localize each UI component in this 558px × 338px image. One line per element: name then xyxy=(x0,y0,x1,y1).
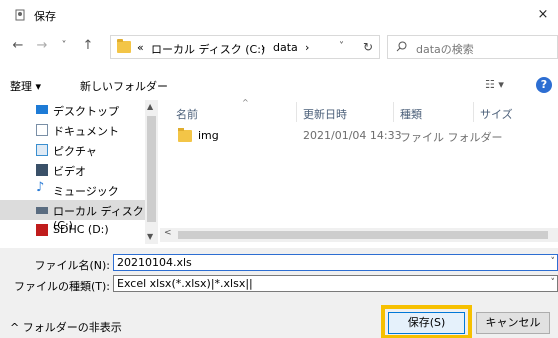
music-icon: ♪ xyxy=(36,180,45,195)
breadcrumb-overflow[interactable]: « xyxy=(137,41,144,54)
organize-button[interactable]: 整理 ▾ xyxy=(10,78,41,94)
refresh-icon[interactable]: ↻ xyxy=(363,40,373,54)
hide-folders-toggle[interactable]: ^ フォルダーの非表示 xyxy=(10,319,122,335)
drive-icon xyxy=(36,207,48,214)
sort-ascending-icon: ^ xyxy=(242,98,249,107)
nav-item-videos[interactable]: ビデオ xyxy=(0,160,145,180)
close-button[interactable]: × xyxy=(528,0,558,30)
column-header-modified[interactable]: 更新日時 xyxy=(303,106,347,122)
nav-item-label: ピクチャ xyxy=(53,145,97,158)
breadcrumb-drive[interactable]: ローカル ディスク (C:) xyxy=(151,41,265,57)
column-header-name[interactable]: 名前 xyxy=(176,106,198,122)
column-header-type[interactable]: 種類 xyxy=(400,106,422,122)
window-title: 保存 xyxy=(34,10,56,23)
nav-item-label: ビデオ xyxy=(53,165,86,178)
column-divider[interactable] xyxy=(296,102,297,122)
search-icon xyxy=(396,41,407,52)
scroll-up-icon[interactable]: ▲ xyxy=(147,102,153,111)
table-row[interactable]: img 2021/01/04 14:33 ファイル フォルダー xyxy=(160,126,558,146)
horizontal-scrollbar[interactable]: < xyxy=(160,228,558,242)
breadcrumb-separator[interactable]: › xyxy=(261,41,265,54)
sd-card-icon xyxy=(36,224,48,236)
desktop-icon xyxy=(36,105,48,114)
nav-item-label: SDHC (D:) xyxy=(53,223,109,236)
filetype-label: ファイルの種類(T): xyxy=(13,280,110,293)
file-list: 名前 ^ 更新日時 種類 サイズ img 2021/01/04 14:33 ファ… xyxy=(160,98,558,244)
folder-icon xyxy=(178,128,192,142)
address-dropdown[interactable]: ˅ xyxy=(339,41,344,52)
title-bar: 保存 × xyxy=(0,0,558,30)
toolbar: 整理 ▾ 新しいフォルダー ☷ ▾ ? xyxy=(0,74,558,98)
back-button[interactable]: ← xyxy=(10,38,26,54)
filename-field[interactable]: 20210104.xls ˅ xyxy=(113,254,558,271)
recent-locations-button[interactable]: ˅ xyxy=(56,38,72,54)
nav-item-label: ミュージック xyxy=(53,185,119,198)
view-options-icon[interactable]: ☷ ▾ xyxy=(485,78,504,91)
scrollbar-thumb[interactable] xyxy=(178,231,548,239)
nav-item-music[interactable]: ♪ ミュージック xyxy=(0,180,145,200)
filetype-value: Excel xlsx(*.xlsx)|*.xlsx|| xyxy=(117,277,253,290)
address-row: ← → ˅ ↑ « ローカル ディスク (C:) › data › ˅ ↻ da… xyxy=(0,32,558,62)
navigation-scrollbar[interactable]: ▲ ▼ xyxy=(145,100,158,244)
nav-item-label: ドキュメント xyxy=(53,125,119,138)
file-type: ファイル フォルダー xyxy=(400,131,503,144)
nav-item-sdhc[interactable]: SDHC (D:) xyxy=(0,220,145,240)
folder-icon xyxy=(117,39,131,53)
help-icon[interactable]: ? xyxy=(536,77,552,93)
column-divider[interactable] xyxy=(393,102,394,122)
chevron-down-icon[interactable]: ˅ xyxy=(551,278,556,288)
new-folder-button[interactable]: 新しいフォルダー xyxy=(80,78,168,94)
search-input[interactable]: dataの検索 xyxy=(387,35,558,59)
documents-icon xyxy=(36,124,48,136)
scroll-left-icon[interactable]: < xyxy=(164,228,172,238)
forward-button[interactable]: → xyxy=(34,38,50,54)
app-icon xyxy=(15,9,25,21)
nav-item-documents[interactable]: ドキュメント xyxy=(0,120,145,140)
breadcrumb-separator-end[interactable]: › xyxy=(305,41,309,54)
nav-item-local-disk[interactable]: ローカル ディスク (C:) xyxy=(0,200,145,232)
navigation-pane: デスクトップ ドキュメント ピクチャ ビデオ ♪ ミュージック ローカル ディス… xyxy=(0,100,158,244)
nav-item-pictures[interactable]: ピクチャ xyxy=(0,140,145,160)
filetype-select[interactable]: Excel xlsx(*.xlsx)|*.xlsx|| ˅ xyxy=(113,275,558,292)
address-bar[interactable]: « ローカル ディスク (C:) › data › ˅ ↻ xyxy=(110,35,380,59)
chevron-down-icon[interactable]: ˅ xyxy=(551,257,556,267)
scrollbar-thumb[interactable] xyxy=(147,116,156,222)
column-header-size[interactable]: サイズ xyxy=(480,106,513,122)
save-form: ファイル名(N): 20210104.xls ˅ ファイルの種類(T): Exc… xyxy=(0,248,558,338)
file-name: img xyxy=(198,129,219,142)
cancel-button[interactable]: キャンセル xyxy=(476,312,550,334)
save-button-highlight xyxy=(381,305,472,338)
nav-item-label: デスクトップ xyxy=(53,105,119,118)
filename-label: ファイル名(N): xyxy=(34,259,110,272)
scroll-down-icon[interactable]: ▼ xyxy=(147,232,153,241)
up-folder-button[interactable]: ↑ xyxy=(80,38,96,54)
videos-icon xyxy=(36,164,48,176)
breadcrumb-data[interactable]: data xyxy=(273,41,298,54)
pictures-icon xyxy=(36,144,48,156)
filename-value: 20210104.xls xyxy=(117,256,192,269)
nav-item-desktop[interactable]: デスクトップ xyxy=(0,100,145,120)
file-date: 2021/01/04 14:33 xyxy=(303,129,402,142)
column-divider[interactable] xyxy=(473,102,474,122)
search-placeholder: dataの検索 xyxy=(416,43,474,56)
